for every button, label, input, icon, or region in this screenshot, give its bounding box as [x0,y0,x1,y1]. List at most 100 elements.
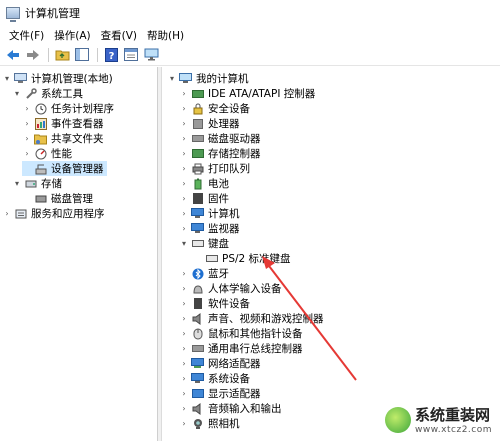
collapse-icon[interactable]: ▾ [12,179,22,188]
show-hide-tree-icon[interactable] [73,46,91,64]
tree-root-computer-management[interactable]: ▾ 计算机管理(本地) [2,71,116,86]
tree-item-event-viewer[interactable]: › 事件查看器 [22,116,107,131]
expand-icon[interactable]: › [179,284,189,293]
console-tree-pane[interactable]: ▾ 计算机管理(本地) ▾ 系统工具 › 任务计划程序 › 事件查看器 › 共享… [0,67,158,441]
services-icon [14,208,27,220]
device-category-usb[interactable]: › 通用串行总线控制器 [179,341,306,356]
device-category-audio-io[interactable]: › 音频输入和输出 [179,401,285,416]
device-category-monitors[interactable]: › 监视器 [179,221,243,236]
device-category-computer[interactable]: › 计算机 [179,206,243,221]
properties-icon[interactable] [122,46,140,64]
expand-icon[interactable]: › [22,149,32,158]
expand-icon[interactable]: › [2,209,12,218]
expand-icon[interactable]: › [179,389,189,398]
help-icon[interactable]: ? [102,46,120,64]
tree-item-performance[interactable]: › 性能 [22,146,75,161]
forward-icon[interactable] [24,46,42,64]
tree-label: 声音、视频和游戏控制器 [208,313,324,325]
tree-item-disk-management[interactable]: 磁盘管理 [22,191,96,206]
expand-icon[interactable]: › [179,209,189,218]
expand-icon[interactable]: › [179,89,189,98]
device-category-cameras[interactable]: › 照相机 [179,416,243,431]
toolbar-separator [97,47,98,62]
menu-file[interactable]: 文件(F) [4,28,49,43]
device-category-software-devices[interactable]: › 软件设备 [179,296,253,311]
device-category-keyboards[interactable]: ▾ 键盘 [179,236,232,251]
menu-bar: 文件(F) 操作(A) 查看(V) 帮助(H) [0,26,500,44]
expand-icon[interactable]: › [179,314,189,323]
device-category-storage-controllers[interactable]: › 存储控制器 [179,146,264,161]
tree-item-services-applications[interactable]: › 服务和应用程序 [2,206,108,221]
tree-label: 存储控制器 [208,148,261,160]
back-icon[interactable] [4,46,22,64]
menu-help[interactable]: 帮助(H) [142,28,189,43]
device-tree-root[interactable]: ▾ 我的计算机 [167,71,252,86]
tree-item-task-scheduler[interactable]: › 任务计划程序 [22,101,117,116]
expand-icon[interactable]: › [22,134,32,143]
tree-item-shared-folders[interactable]: › 共享文件夹 [22,131,107,146]
tree-label: 显示适配器 [208,388,261,400]
collapse-icon[interactable]: ▾ [179,239,189,248]
menu-action[interactable]: 操作(A) [49,28,95,43]
expand-icon[interactable]: › [179,374,189,383]
collapse-icon[interactable]: ▾ [167,74,177,83]
tree-label: 存储 [41,178,62,190]
expand-icon[interactable]: › [179,344,189,353]
display-adapter-icon [191,388,204,400]
device-category-bluetooth[interactable]: › 蓝牙 [179,266,232,281]
expand-icon[interactable]: › [179,149,189,158]
event-viewer-icon [34,117,47,130]
tree-item-system-tools[interactable]: ▾ 系统工具 [12,86,86,101]
expand-icon[interactable]: › [179,134,189,143]
collapse-icon[interactable]: ▾ [2,74,12,83]
expand-icon[interactable]: › [179,359,189,368]
tree-label: 网络适配器 [208,358,261,370]
expand-icon[interactable]: › [179,164,189,173]
tree-label: 计算机 [208,208,240,220]
monitor-icon[interactable] [142,46,160,64]
device-category-ide[interactable]: › IDE ATA/ATAPI 控制器 [179,86,318,101]
device-item-ps2-keyboard[interactable]: PS/2 标准键盘 [203,251,294,266]
up-folder-icon[interactable] [53,46,71,64]
device-category-processor[interactable]: › 处理器 [179,116,243,131]
expand-icon[interactable]: › [179,269,189,278]
expand-icon[interactable]: › [179,419,189,428]
device-category-network-adapters[interactable]: › 网络适配器 [179,356,264,371]
device-category-mice[interactable]: › 鼠标和其他指针设备 [179,326,306,341]
device-category-display-adapters[interactable]: › 显示适配器 [179,386,264,401]
tree-item-storage[interactable]: ▾ 存储 [12,176,65,191]
tree-label: 磁盘驱动器 [208,133,261,145]
expand-icon[interactable]: › [179,224,189,233]
disk-icon [34,193,47,205]
expand-icon[interactable]: › [22,104,32,113]
device-category-sound-video[interactable]: › 声音、视频和游戏控制器 [179,311,327,326]
device-category-disk-drives[interactable]: › 磁盘驱动器 [179,131,264,146]
shared-folder-icon [34,133,47,145]
device-category-system-devices[interactable]: › 系统设备 [179,371,253,386]
performance-icon [34,148,47,160]
expand-icon[interactable]: › [179,329,189,338]
tree-label: 通用串行总线控制器 [208,343,303,355]
collapse-icon[interactable]: ▾ [12,89,22,98]
expand-icon[interactable]: › [22,119,32,128]
device-category-battery[interactable]: › 电池 [179,176,232,191]
expand-icon[interactable]: › [179,119,189,128]
device-category-hid[interactable]: › 人体学输入设备 [179,281,285,296]
expand-icon[interactable]: › [179,104,189,113]
tree-item-device-manager[interactable]: 设备管理器 [22,161,107,176]
expand-icon[interactable]: › [179,179,189,188]
expand-icon[interactable]: › [179,299,189,308]
network-adapter-icon [191,358,204,370]
menu-view[interactable]: 查看(V) [96,28,142,43]
disk-drive-icon [191,133,204,145]
device-category-security[interactable]: › 安全设备 [179,101,253,116]
device-category-firmware[interactable]: › 固件 [179,191,232,206]
tree-label: 我的计算机 [196,73,249,85]
pane-splitter[interactable] [158,67,162,441]
device-category-print-queues[interactable]: › 打印队列 [179,161,253,176]
device-tree-pane[interactable]: ▾ 我的计算机 › IDE ATA/ATAPI 控制器 › 安全设备 › 处理器… [163,67,500,441]
expand-icon[interactable]: › [179,404,189,413]
expand-icon[interactable]: › [179,194,189,203]
svg-text:?: ? [108,51,114,62]
tree-label: 监视器 [208,223,240,235]
